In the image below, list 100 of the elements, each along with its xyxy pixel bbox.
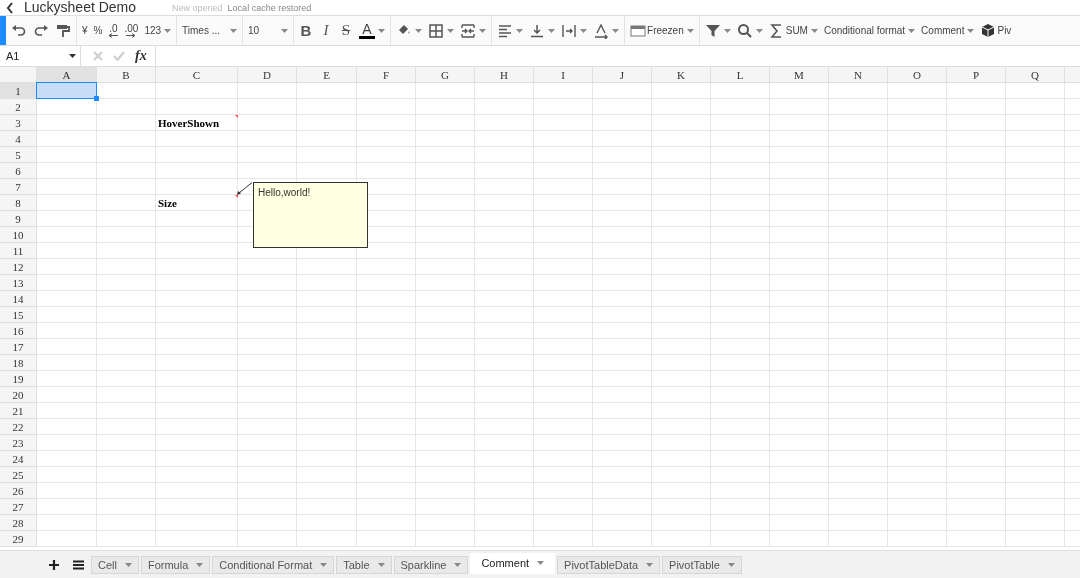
row-header[interactable]: 20: [0, 387, 36, 403]
column-header[interactable]: N: [829, 67, 888, 82]
toolbar-button[interactable]: ¥: [79, 18, 91, 43]
arrow-icon: [126, 32, 137, 38]
freeze-icon: [630, 22, 647, 39]
toolbar-button[interactable]: 10: [245, 18, 292, 43]
fill-handle[interactable]: [94, 96, 99, 101]
row-header[interactable]: 17: [0, 339, 36, 355]
row-header[interactable]: 19: [0, 371, 36, 387]
toolbar-button[interactable]: A: [356, 18, 389, 43]
row-header[interactable]: 25: [0, 467, 36, 483]
column-header[interactable]: A: [37, 67, 97, 82]
toolbar-button[interactable]: .0: [105, 18, 122, 43]
row-header[interactable]: 3: [0, 115, 36, 131]
sheet-tab[interactable]: Comment: [470, 552, 556, 574]
row-header[interactable]: 1: [0, 83, 36, 99]
row-header[interactable]: 9: [0, 211, 36, 227]
caret-icon: [727, 562, 735, 567]
sheet-tab[interactable]: Conditional Format: [212, 555, 335, 574]
toolbar-button[interactable]: %: [90, 18, 106, 43]
row-header[interactable]: 2: [0, 99, 36, 115]
cancel-icon: [93, 51, 103, 61]
status-message: Local cache restored: [227, 2, 312, 13]
row-header[interactable]: 23: [0, 435, 36, 451]
add-icon: [49, 559, 59, 570]
row-header[interactable]: 8: [0, 195, 36, 211]
row-header[interactable]: 15: [0, 307, 36, 323]
sheet-tab[interactable]: Cell: [91, 555, 139, 574]
column-header[interactable]: E: [297, 67, 357, 82]
column-header[interactable]: O: [888, 67, 947, 82]
column-header[interactable]: F: [357, 67, 416, 82]
toolbar-button[interactable]: Freezen: [627, 18, 697, 43]
row-header[interactable]: 24: [0, 451, 36, 467]
row-header[interactable]: 10: [0, 227, 36, 243]
column-header[interactable]: P: [947, 67, 1006, 82]
column-header[interactable]: H: [475, 67, 534, 82]
filter-icon: [704, 22, 721, 39]
column-header[interactable]: K: [652, 67, 711, 82]
column-header[interactable]: G: [416, 67, 475, 82]
menu-icon: [73, 559, 84, 570]
column-header[interactable]: C: [156, 67, 238, 82]
app-title: Luckysheet Demo: [24, 0, 137, 15]
row-header[interactable]: 14: [0, 291, 36, 307]
selected-cell[interactable]: [37, 83, 96, 98]
toolbar-button[interactable]: SUM: [765, 18, 821, 43]
sheet-tab[interactable]: PivotTableData: [557, 555, 661, 574]
row-header[interactable]: 16: [0, 323, 36, 339]
row-header[interactable]: 4: [0, 131, 36, 147]
column-header[interactable]: J: [593, 67, 652, 82]
row-header[interactable]: 26: [0, 483, 36, 499]
caret-icon: [377, 562, 385, 567]
comment-box[interactable]: Hello,world!: [253, 182, 368, 248]
row-header[interactable]: 5: [0, 147, 36, 163]
column-header[interactable]: I: [534, 67, 593, 82]
row-header[interactable]: 27: [0, 499, 36, 515]
sheet-tab[interactable]: Formula: [140, 555, 211, 574]
toolbar-button[interactable]: S: [336, 18, 357, 43]
row-header[interactable]: 7: [0, 179, 36, 195]
caret-icon: [196, 562, 204, 567]
toolbar-button[interactable]: Times ...: [179, 18, 241, 43]
row-header[interactable]: 29: [0, 531, 36, 547]
toolbar-button[interactable]: 123: [141, 18, 175, 43]
sheet-tab[interactable]: PivotTable: [662, 555, 742, 574]
column-header[interactable]: M: [770, 67, 829, 82]
toolbar-button[interactable]: Comment: [918, 18, 978, 43]
align-left-icon: [497, 22, 514, 39]
status-message: New opened: [172, 2, 223, 13]
function-icon[interactable]: fx: [135, 48, 147, 64]
toolbar-button[interactable]: I: [316, 18, 337, 43]
align-bottom-icon: [529, 22, 546, 39]
cube-icon: [980, 22, 997, 39]
caret-icon: [124, 562, 132, 567]
sheet-tab[interactable]: Table: [336, 555, 392, 574]
caret-icon: [454, 562, 462, 567]
toolbar-button[interactable]: B: [296, 18, 317, 43]
name-box[interactable]: A1: [0, 46, 81, 66]
row-header[interactable]: 18: [0, 355, 36, 371]
row-header[interactable]: 28: [0, 515, 36, 531]
text-rotate-icon: [593, 22, 610, 39]
column-header[interactable]: B: [97, 67, 156, 82]
caret-icon: [69, 54, 76, 58]
sheet-tab[interactable]: Sparkline: [393, 555, 469, 574]
toolbar-button[interactable]: .00: [121, 18, 142, 43]
toolbar-button[interactable]: Conditional format: [820, 18, 919, 43]
caret-icon: [646, 562, 654, 567]
column-header[interactable]: Q: [1006, 67, 1065, 82]
row-header[interactable]: 11: [0, 243, 36, 259]
row-header[interactable]: 22: [0, 419, 36, 435]
redo-icon: [33, 22, 49, 39]
table-cell[interactable]: HoverShown: [156, 115, 237, 130]
row-header[interactable]: 12: [0, 259, 36, 275]
merge-icon: [460, 22, 477, 39]
arrow-icon: [108, 32, 119, 38]
row-header[interactable]: 21: [0, 403, 36, 419]
toolbar-button[interactable]: Piv: [977, 18, 1015, 43]
column-header[interactable]: L: [711, 67, 770, 82]
row-header[interactable]: 13: [0, 275, 36, 291]
row-header[interactable]: 6: [0, 163, 36, 179]
column-header[interactable]: D: [238, 67, 297, 82]
caret-icon: [320, 562, 328, 567]
